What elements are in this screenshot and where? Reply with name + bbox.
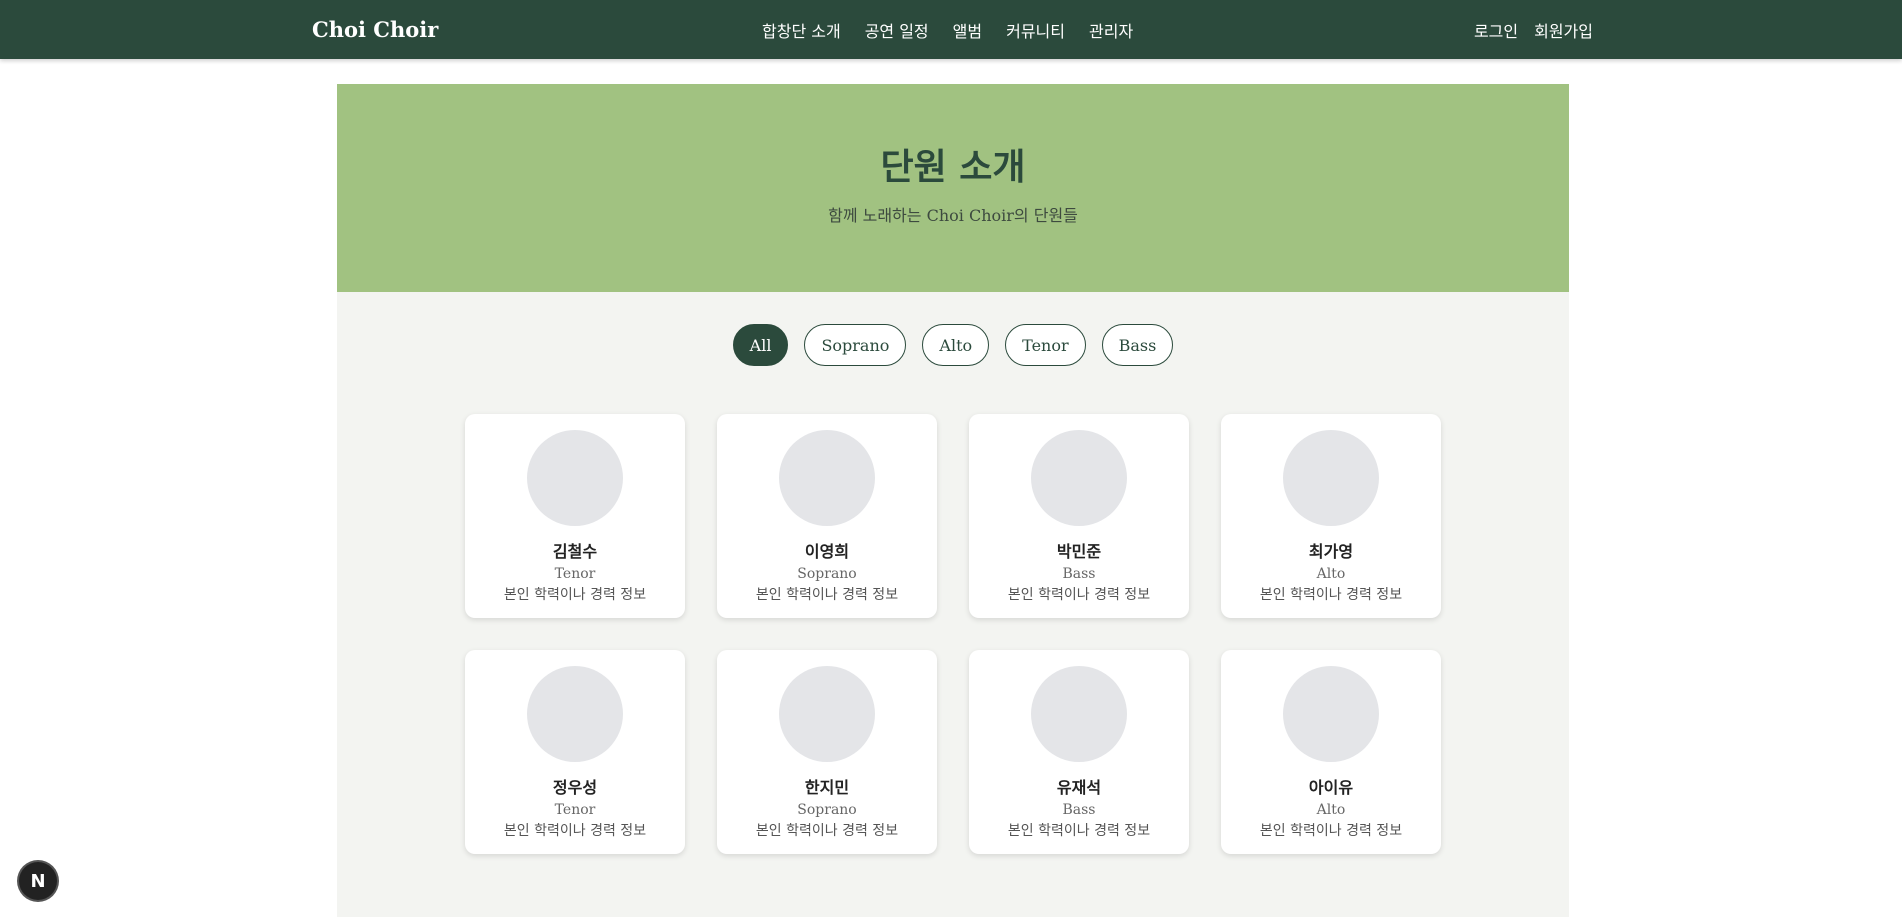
nav-link-admin[interactable]: 관리자 xyxy=(1089,18,1133,42)
member-name: 박민준 xyxy=(1056,542,1102,561)
page-subtitle: 함께 노래하는 Choi Choir의 단원들 xyxy=(828,206,1078,225)
avatar xyxy=(779,430,875,526)
auth-links: 로그인 회원가입 xyxy=(1458,0,1593,59)
member-part: Bass xyxy=(1062,802,1096,818)
nav-link-community[interactable]: 커뮤니티 xyxy=(1006,18,1065,42)
filter-bass-button[interactable]: Bass xyxy=(1101,324,1174,366)
member-card[interactable]: 박민준 Bass 본인 학력이나 경력 정보 xyxy=(969,414,1189,618)
nextjs-dev-badge-icon[interactable]: N xyxy=(19,862,57,900)
member-bio: 본인 학력이나 경력 정보 xyxy=(755,823,899,839)
member-grid: 김철수 Tenor 본인 학력이나 경력 정보 이영희 Soprano 본인 학… xyxy=(465,414,1441,854)
filter-tenor-button[interactable]: Tenor xyxy=(1005,324,1086,366)
hero-banner: 단원 소개 함께 노래하는 Choi Choir의 단원들 xyxy=(337,84,1569,292)
main-nav: 합창단 소개 공연 일정 앨범 커뮤니티 관리자 xyxy=(762,0,1157,59)
member-bio: 본인 학력이나 경력 정보 xyxy=(503,587,647,603)
signup-link[interactable]: 회원가입 xyxy=(1534,18,1593,42)
part-filter-bar: All Soprano Alto Tenor Bass xyxy=(337,324,1569,366)
member-card[interactable]: 이영희 Soprano 본인 학력이나 경력 정보 xyxy=(717,414,937,618)
member-part: Tenor xyxy=(554,802,596,818)
member-name: 최가영 xyxy=(1308,542,1354,561)
member-part: Soprano xyxy=(797,802,857,818)
member-name: 유재석 xyxy=(1056,778,1102,797)
member-bio: 본인 학력이나 경력 정보 xyxy=(503,823,647,839)
members-page: 단원 소개 함께 노래하는 Choi Choir의 단원들 All Sopran… xyxy=(337,84,1569,917)
member-card[interactable]: 한지민 Soprano 본인 학력이나 경력 정보 xyxy=(717,650,937,854)
member-bio: 본인 학력이나 경력 정보 xyxy=(755,587,899,603)
avatar xyxy=(527,430,623,526)
member-name: 아이유 xyxy=(1308,778,1354,797)
avatar xyxy=(779,666,875,762)
member-card[interactable]: 최가영 Alto 본인 학력이나 경력 정보 xyxy=(1221,414,1441,618)
member-bio: 본인 학력이나 경력 정보 xyxy=(1007,823,1151,839)
member-card[interactable]: 아이유 Alto 본인 학력이나 경력 정보 xyxy=(1221,650,1441,854)
nav-link-schedule[interactable]: 공연 일정 xyxy=(865,18,929,42)
member-name: 한지민 xyxy=(804,778,850,797)
avatar xyxy=(1031,666,1127,762)
filter-all-button[interactable]: All xyxy=(732,324,789,366)
avatar xyxy=(1031,430,1127,526)
login-link[interactable]: 로그인 xyxy=(1474,18,1518,42)
member-name: 이영희 xyxy=(804,542,850,561)
brand-logo-link[interactable]: Choi Choir xyxy=(312,0,438,59)
filter-alto-button[interactable]: Alto xyxy=(922,324,990,366)
member-bio: 본인 학력이나 경력 정보 xyxy=(1259,823,1403,839)
avatar xyxy=(527,666,623,762)
member-bio: 본인 학력이나 경력 정보 xyxy=(1007,587,1151,603)
page-title: 단원 소개 xyxy=(880,147,1026,188)
member-part: Tenor xyxy=(554,566,596,582)
member-name: 김철수 xyxy=(552,542,598,561)
member-part: Alto xyxy=(1316,802,1346,818)
member-name: 정우성 xyxy=(552,778,598,797)
avatar xyxy=(1283,666,1379,762)
member-part: Alto xyxy=(1316,566,1346,582)
member-part: Soprano xyxy=(797,566,857,582)
nav-link-album[interactable]: 앨범 xyxy=(953,18,982,42)
member-bio: 본인 학력이나 경력 정보 xyxy=(1259,587,1403,603)
member-card[interactable]: 김철수 Tenor 본인 학력이나 경력 정보 xyxy=(465,414,685,618)
filter-soprano-button[interactable]: Soprano xyxy=(804,324,907,366)
nav-link-about[interactable]: 합창단 소개 xyxy=(762,18,841,42)
member-card[interactable]: 정우성 Tenor 본인 학력이나 경력 정보 xyxy=(465,650,685,854)
top-navbar: Choi Choir 합창단 소개 공연 일정 앨범 커뮤니티 관리자 로그인 … xyxy=(0,0,1902,59)
member-part: Bass xyxy=(1062,566,1096,582)
avatar xyxy=(1283,430,1379,526)
member-card[interactable]: 유재석 Bass 본인 학력이나 경력 정보 xyxy=(969,650,1189,854)
